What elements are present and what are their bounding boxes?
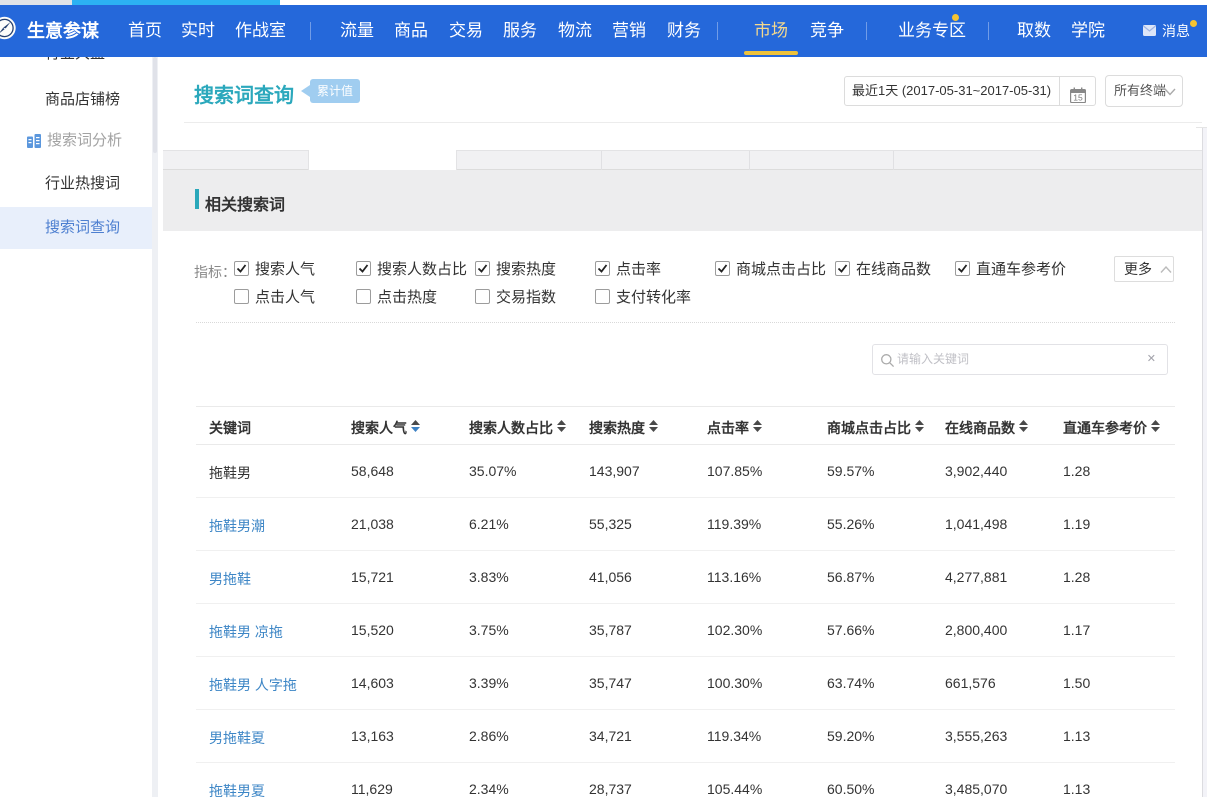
svg-text:15: 15 — [1073, 93, 1083, 103]
